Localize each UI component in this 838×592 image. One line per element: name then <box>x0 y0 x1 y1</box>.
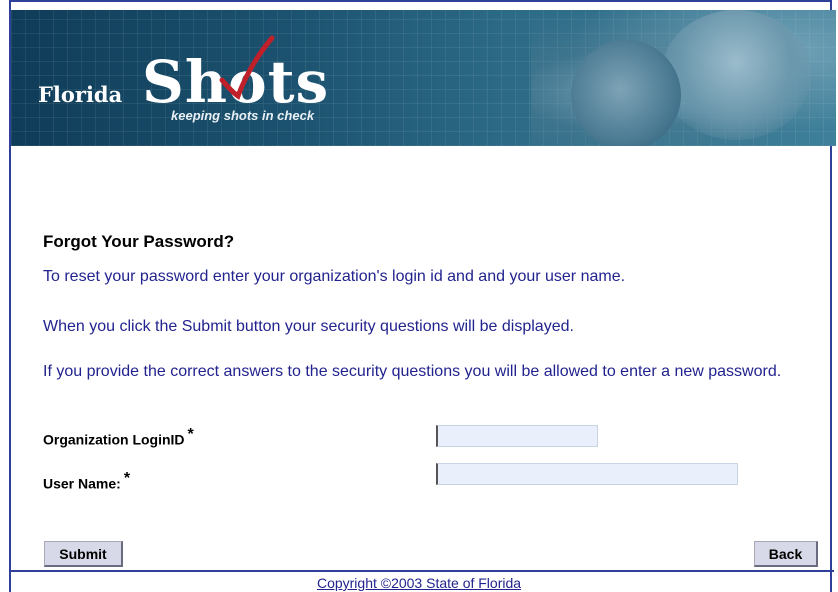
user-name-label-text: User Name: <box>43 475 121 492</box>
footer-divider <box>11 570 834 572</box>
baby-photo <box>571 40 681 146</box>
org-login-label: Organization LoginID * <box>43 426 194 448</box>
instruction-text-1: To reset your password enter your organi… <box>43 268 626 285</box>
user-name-label: User Name: * <box>43 470 130 492</box>
copyright-link[interactable]: Copyright ©2003 State of Florida <box>0 575 838 591</box>
adult-photo <box>661 10 811 140</box>
org-login-label-text: Organization LoginID <box>43 431 185 448</box>
logo-florida-text: Florida <box>38 82 123 107</box>
checkmark-icon <box>219 35 275 100</box>
org-login-input[interactable] <box>436 425 598 447</box>
user-name-input[interactable] <box>436 463 738 485</box>
instruction-text-3: If you provide the correct answers to th… <box>43 363 782 380</box>
header-banner: Florida Shots keeping shots in check <box>11 10 836 146</box>
page-title: Forgot Your Password? <box>43 232 235 251</box>
required-asterisk: * <box>123 470 131 487</box>
submit-button[interactable]: Submit <box>44 541 123 567</box>
back-button[interactable]: Back <box>754 541 818 567</box>
logo-tagline: keeping shots in check <box>171 108 315 123</box>
required-asterisk: * <box>187 426 194 443</box>
instruction-text-2: When you click the Submit button your se… <box>43 318 574 335</box>
